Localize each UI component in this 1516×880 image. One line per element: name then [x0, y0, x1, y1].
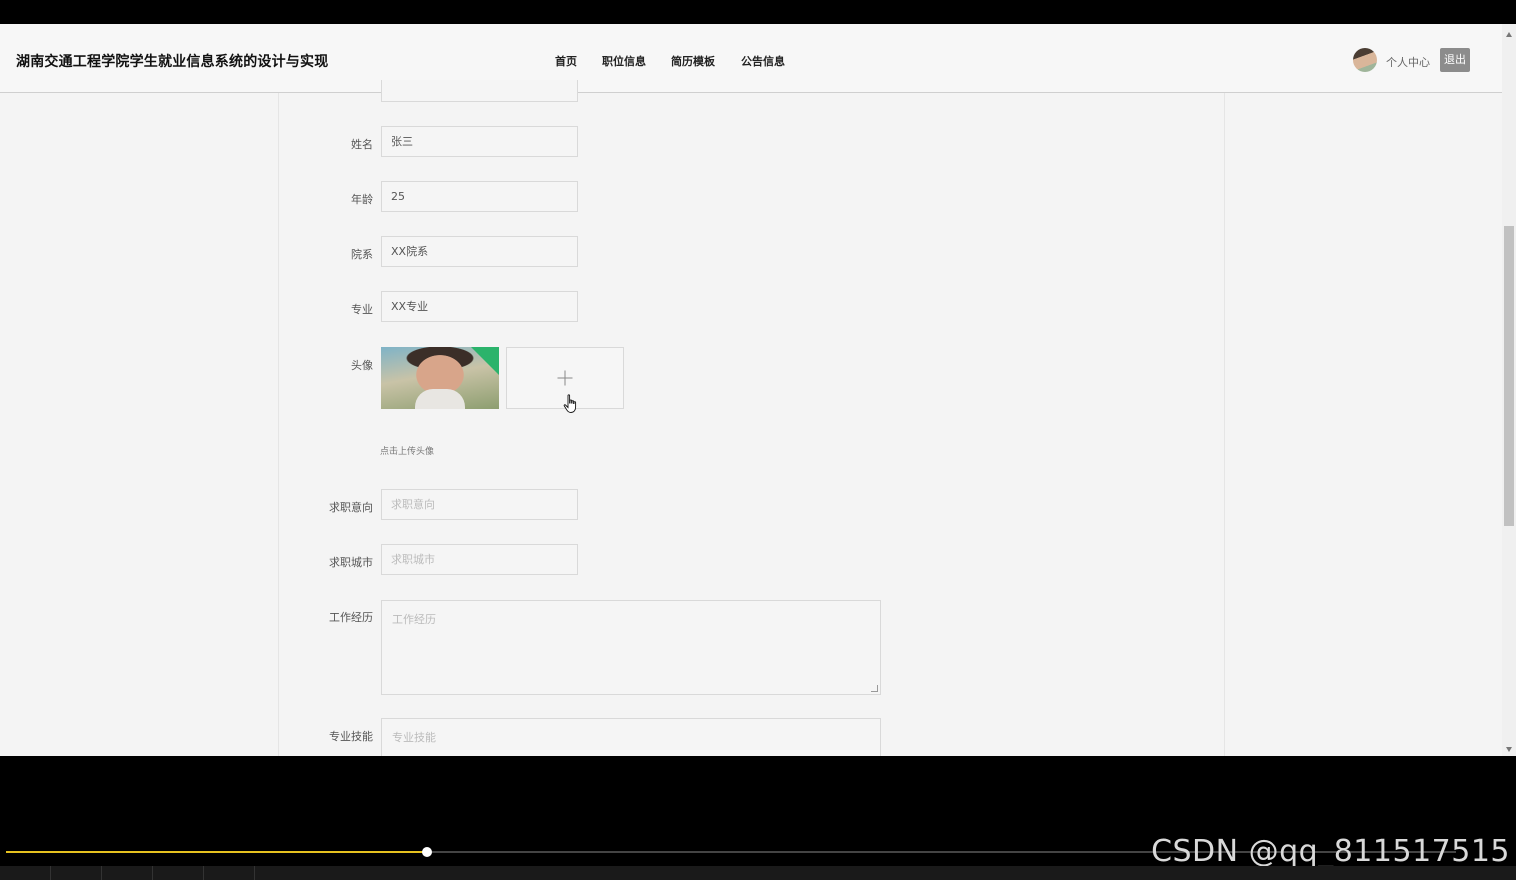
control-divider — [203, 866, 204, 880]
avatar-preview-image — [381, 347, 499, 409]
player-control-strip — [0, 866, 1516, 880]
control-divider — [254, 866, 255, 880]
resize-handle-icon[interactable] — [871, 685, 878, 692]
name-input[interactable]: 张三 — [381, 126, 578, 157]
age-label: 年龄 — [351, 193, 373, 206]
avatar-label: 头像 — [351, 359, 373, 372]
skills-placeholder: 专业技能 — [392, 731, 436, 744]
photo-shirt — [415, 389, 465, 409]
video-player-controls: CSDN @qq_811517515 — [0, 756, 1516, 880]
work-experience-placeholder: 工作经历 — [392, 613, 436, 626]
work-experience-label: 工作经历 — [329, 611, 373, 624]
job-city-label: 求职城市 — [329, 556, 373, 569]
user-avatar[interactable] — [1353, 48, 1377, 72]
job-intention-label: 求职意向 — [329, 501, 373, 514]
nav-announcements[interactable]: 公告信息 — [741, 53, 785, 69]
scroll-up-arrow-icon[interactable] — [1506, 32, 1512, 37]
top-navbar: 湖南交通工程学院学生就业信息系统的设计与实现 首页 职位信息 简历模板 公告信息… — [0, 24, 1502, 93]
control-divider — [152, 866, 153, 880]
major-input[interactable]: XX专业 — [381, 291, 578, 322]
department-label: 院系 — [351, 248, 373, 261]
control-divider — [50, 866, 51, 880]
age-input[interactable]: 25 — [381, 181, 578, 212]
csdn-watermark: CSDN @qq_811517515 — [1151, 834, 1510, 869]
department-input[interactable]: XX院系 — [381, 236, 578, 267]
scroll-thumb[interactable] — [1504, 226, 1514, 526]
nav-home[interactable]: 首页 — [555, 53, 577, 69]
plus-icon — [557, 370, 573, 386]
logout-button[interactable]: 退出 — [1440, 48, 1470, 72]
name-label: 姓名 — [351, 138, 373, 151]
control-divider — [101, 866, 102, 880]
skills-textarea[interactable]: 专业技能 — [381, 718, 881, 756]
job-intention-input[interactable]: 求职意向 — [381, 489, 578, 520]
video-progress-fill — [6, 851, 427, 853]
site-title: 湖南交通工程学院学生就业信息系统的设计与实现 — [16, 54, 329, 70]
video-progress-knob[interactable] — [421, 847, 432, 857]
previous-field-input[interactable] — [381, 80, 578, 102]
hand-cursor-icon — [563, 394, 577, 413]
avatar-upload-hint: 点击上传头像 — [380, 447, 435, 457]
job-city-input[interactable]: 求职城市 — [381, 544, 578, 575]
major-label: 专业 — [351, 303, 373, 316]
user-center-link[interactable]: 个人中心 — [1386, 54, 1430, 70]
work-experience-textarea[interactable]: 工作经历 — [381, 600, 881, 695]
scroll-down-arrow-icon[interactable] — [1506, 747, 1512, 752]
browser-viewport: 湖南交通工程学院学生就业信息系统的设计与实现 首页 职位信息 简历模板 公告信息… — [0, 24, 1516, 756]
skills-label: 专业技能 — [329, 730, 373, 743]
page-scrollbar[interactable] — [1502, 24, 1516, 756]
nav-jobs[interactable]: 职位信息 — [602, 53, 646, 69]
video-top-bar — [0, 0, 1516, 24]
nav-resume-templates[interactable]: 简历模板 — [671, 53, 715, 69]
photo-corner-decoration — [471, 347, 499, 375]
